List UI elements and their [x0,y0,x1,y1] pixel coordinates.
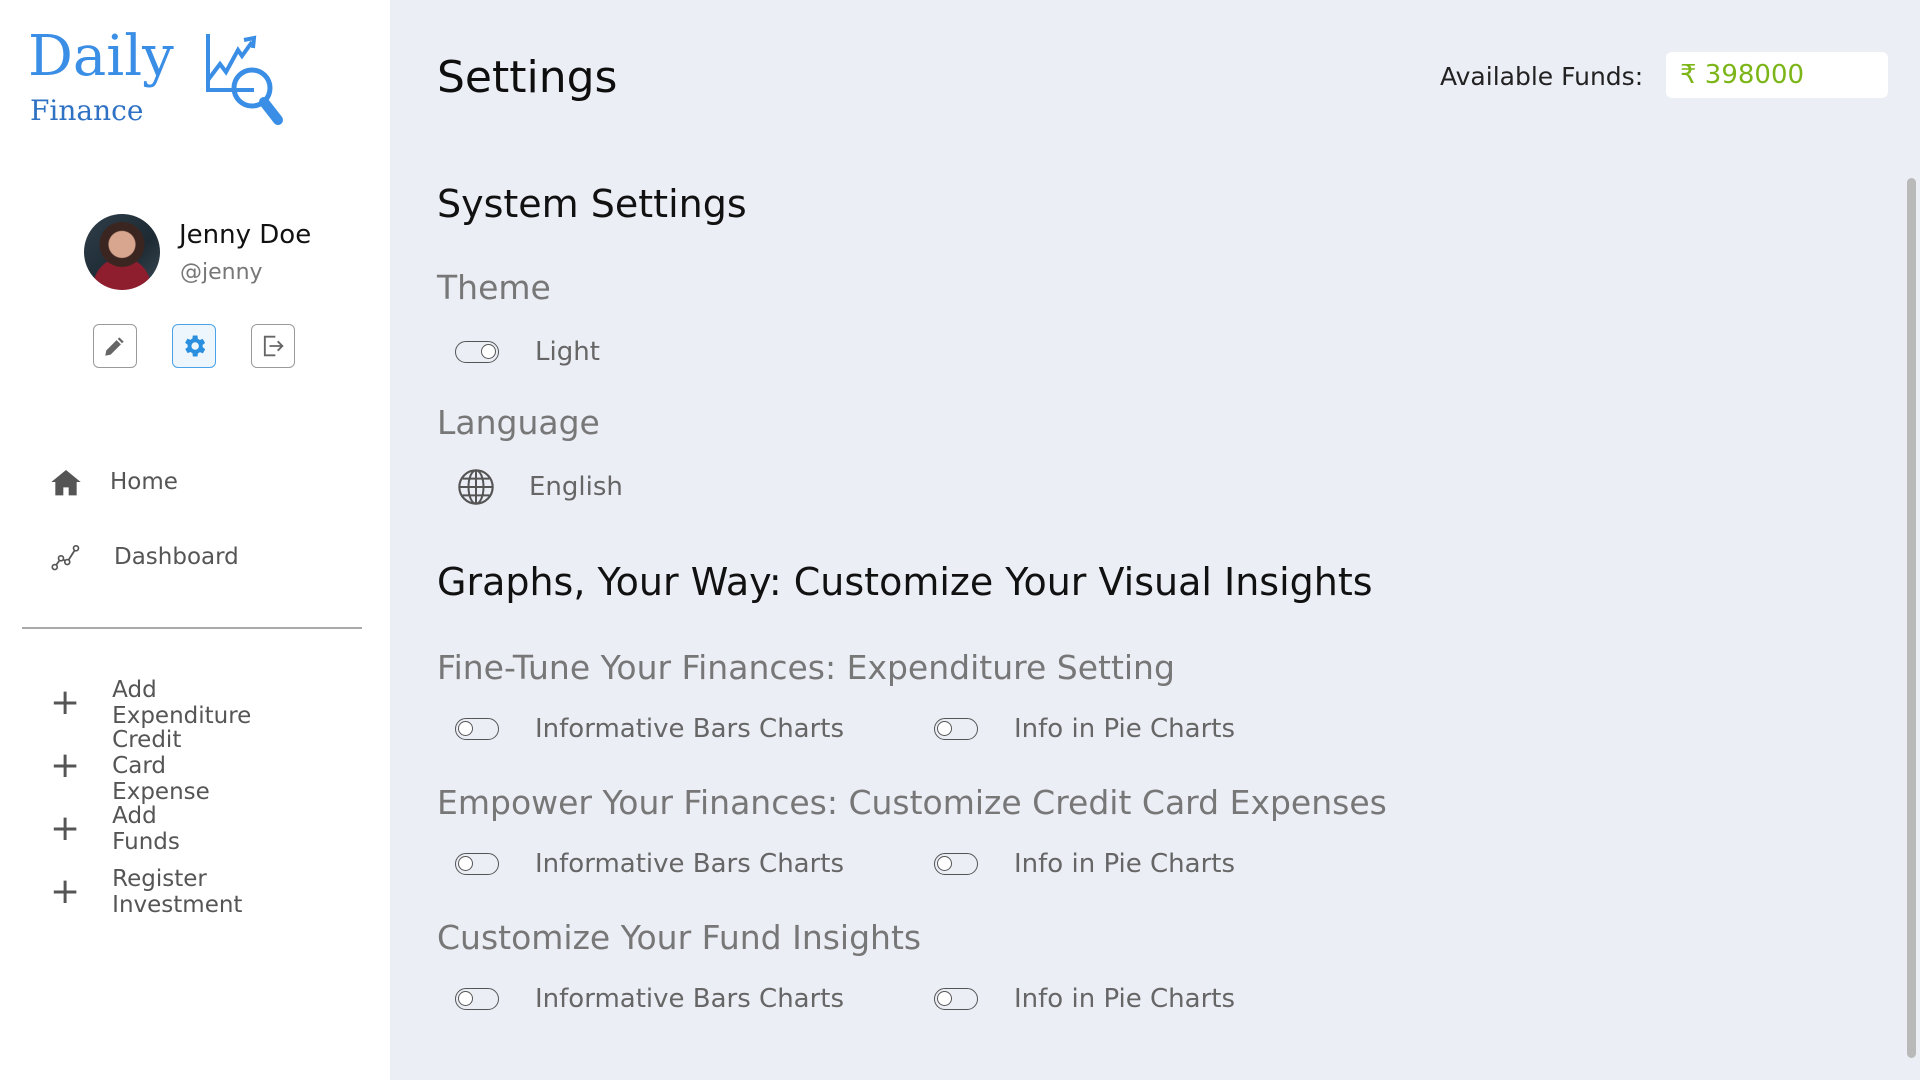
toggle-knob [937,991,952,1006]
fund-bars-option: Informative Bars Charts [455,979,844,1019]
credit-card-pie-label: Info in Pie Charts [1014,849,1236,879]
avatar[interactable] [84,214,160,290]
register-investment-link[interactable]: + Register Investment [50,866,242,918]
expenditure-bars-option: Informative Bars Charts [455,709,844,749]
fund-pie-option: Info in Pie Charts [934,979,1235,1019]
gear-icon [185,335,206,357]
pencil-icon [105,337,124,356]
page-title: Settings [437,52,618,103]
expenditure-pie-toggle[interactable] [934,718,978,740]
sidebar: Daily Finance Jenny Doe @jenny Home Dash… [0,0,390,1080]
expenditure-bars-label: Informative Bars Charts [535,714,845,744]
register-investment-label: Register Investment [112,866,243,918]
toggle-knob [458,856,473,871]
plus-icon: + [50,808,81,849]
credit-card-bars-option: Informative Bars Charts [455,844,844,884]
app-logo[interactable]: Daily Finance [28,24,288,134]
chart-magnifier-icon [206,34,283,125]
fund-bars-label: Informative Bars Charts [535,984,845,1014]
fund-bars-toggle[interactable] [455,988,499,1010]
nav-item-home[interactable]: Home [50,462,178,502]
graphs-settings-title: Graphs, Your Way: Customize Your Visual … [437,560,1373,604]
logout-button[interactable] [251,324,295,368]
language-option[interactable]: English [455,467,623,507]
plus-icon: + [50,682,81,723]
plus-icon: + [50,871,81,912]
language-value: English [529,472,623,502]
edit-profile-button[interactable] [93,324,137,368]
toggle-knob [481,344,496,359]
expenditure-pie-option: Info in Pie Charts [934,709,1235,749]
home-icon [51,470,81,496]
globe-icon [458,469,494,505]
logout-icon [263,335,284,357]
theme-toggle[interactable] [455,341,499,363]
user-name: Jenny Doe [179,220,312,250]
add-funds-link[interactable]: + Add Funds [50,803,180,855]
available-funds-value: ₹ 398000 [1666,52,1888,98]
credit-card-bars-label: Informative Bars Charts [535,849,845,879]
add-expenditure-label: Add Expenditure [112,677,252,729]
available-funds-label: Available Funds: [1440,62,1644,91]
add-expenditure-link[interactable]: + Add Expenditure [50,677,251,729]
logo-title: Daily [28,24,174,89]
expenditure-settings-title: Fine-Tune Your Finances: Expenditure Set… [437,648,1175,687]
credit-card-pie-toggle[interactable] [934,853,978,875]
settings-button[interactable] [172,324,216,368]
plus-icon: + [50,745,81,786]
credit-card-pie-option: Info in Pie Charts [934,844,1235,884]
credit-card-expense-label: Credit Card Expense [112,727,210,805]
user-handle: @jenny [180,260,263,285]
main-content: Settings Available Funds: ₹ 398000 Syste… [390,0,1920,1080]
toggle-knob [937,856,952,871]
theme-label: Theme [437,268,551,307]
logo-subtitle: Finance [30,94,144,127]
expenditure-bars-toggle[interactable] [455,718,499,740]
fund-pie-label: Info in Pie Charts [1014,984,1236,1014]
nav-item-dashboard[interactable]: Dashboard [50,537,239,577]
toggle-knob [937,721,952,736]
toggle-knob [458,721,473,736]
credit-card-bars-toggle[interactable] [455,853,499,875]
expenditure-pie-label: Info in Pie Charts [1014,714,1236,744]
theme-option: Light [455,332,600,372]
sidebar-divider [22,627,362,629]
credit-card-settings-title: Empower Your Finances: Customize Credit … [437,783,1387,822]
credit-card-expense-link[interactable]: + Credit Card Expense [50,727,210,805]
system-settings-title: System Settings [437,182,747,226]
add-funds-label: Add Funds [112,803,180,855]
fund-insights-title: Customize Your Fund Insights [437,918,922,957]
profile-actions [93,324,313,372]
user-profile: Jenny Doe @jenny [84,214,364,294]
toggle-knob [458,991,473,1006]
theme-value: Light [535,337,600,367]
chart-line-icon [51,544,80,571]
nav-label-home: Home [110,469,178,495]
scrollbar[interactable] [1904,0,1920,1080]
fund-pie-toggle[interactable] [934,988,978,1010]
nav-label-dashboard: Dashboard [114,544,239,570]
language-label: Language [437,403,600,442]
scrollbar-thumb[interactable] [1907,178,1916,1058]
